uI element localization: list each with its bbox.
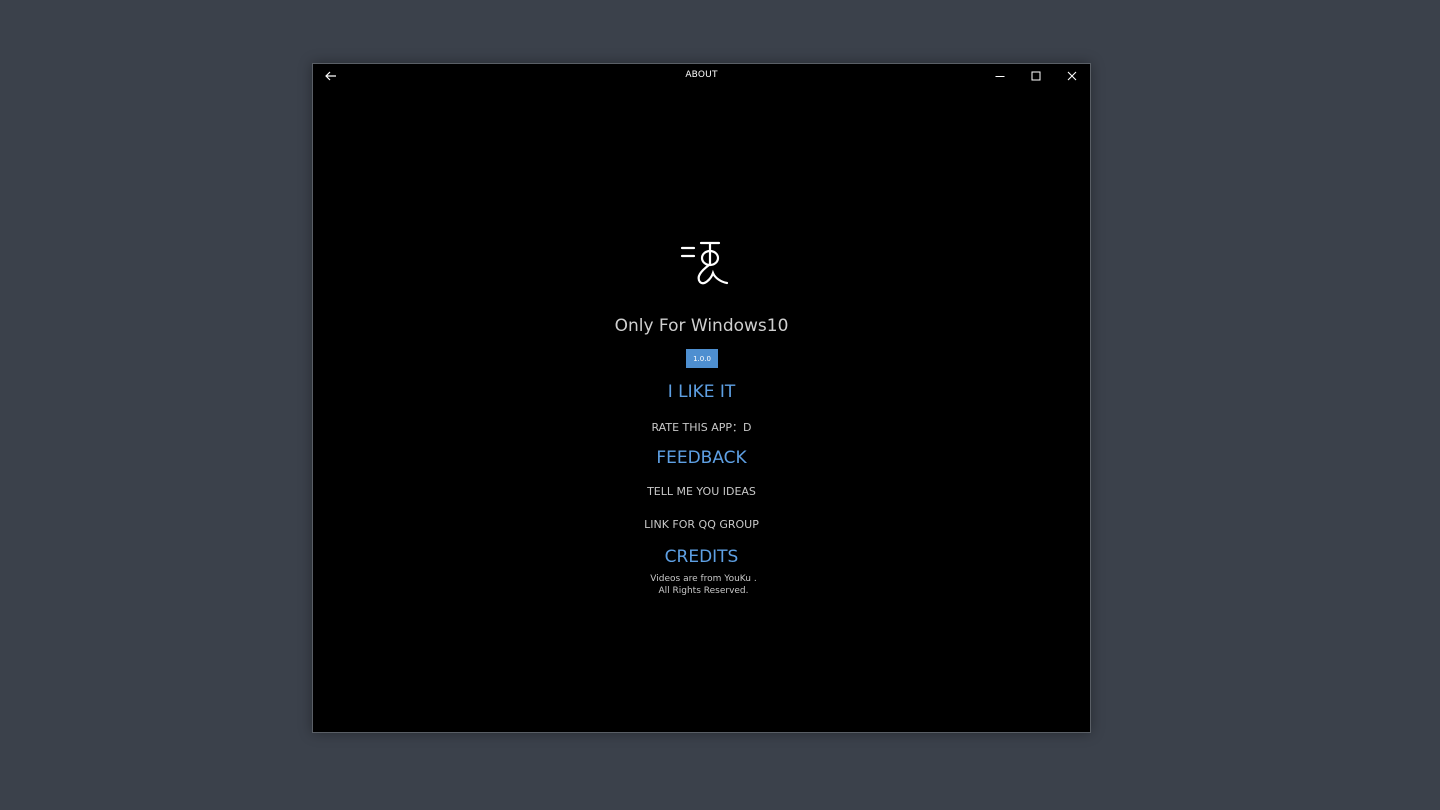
rate-app-link-row: RATE THIS APP：D	[313, 419, 1090, 435]
app-title: Only For Windows10	[614, 316, 789, 336]
qq-group-link[interactable]: LINK FOR QQ GROUP	[644, 518, 759, 531]
tell-ideas-link[interactable]: TELL ME YOU IDEAS	[647, 485, 756, 498]
rate-app-link[interactable]: RATE THIS APP：D	[651, 421, 751, 434]
qq-group-link-row: LINK FOR QQ GROUP	[313, 518, 1090, 531]
version-badge[interactable]: 1.0.0	[686, 349, 718, 368]
ideas-link-row: TELL ME YOU IDEAS	[313, 485, 1090, 498]
credits-line-2: All Rights Reserved.	[658, 586, 749, 596]
app-logo-icon	[680, 241, 729, 285]
about-content: Only For Windows10 1.0.0 I LIKE IT RATE …	[313, 64, 1090, 732]
app-window: ABOUT Only For Windows10 1.0.0 I LIKE IT…	[312, 63, 1091, 733]
feedback-heading: FEEDBACK	[656, 448, 747, 468]
credits-heading: CREDITS	[664, 547, 739, 567]
credits-line-1: Videos are from YouKu .	[650, 574, 757, 584]
like-heading: I LIKE IT	[667, 382, 736, 402]
